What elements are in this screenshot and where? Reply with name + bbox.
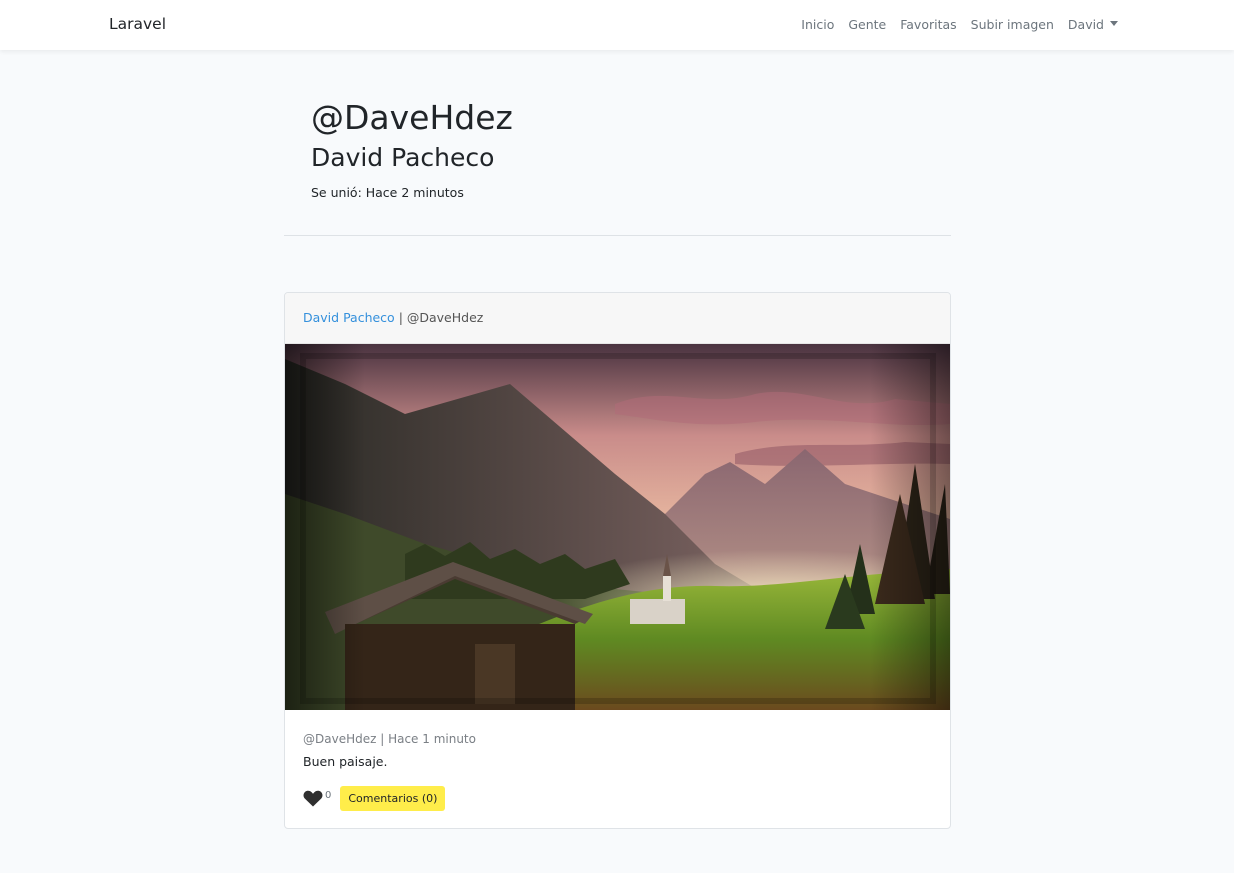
caret-down-icon [1110,21,1118,26]
brand-logo[interactable]: Laravel [109,15,166,33]
section-divider [284,235,951,236]
user-menu-dropdown[interactable]: David [1068,17,1118,32]
post-card-header: David Pacheco | @DaveHdez [285,293,950,344]
nav-link-subir-imagen[interactable]: Subir imagen [971,17,1054,32]
like-count: 0 [325,790,332,801]
post-actions: 0 Comentarios (0) [303,786,932,811]
post-description: Buen paisaje. [303,754,388,769]
profile-joined-date: Se unió: Hace 2 minutos [311,185,464,200]
heart-icon [303,790,323,807]
nav-links: Inicio Gente Favoritas Subir imagen Davi… [787,17,1118,32]
nav-link-gente[interactable]: Gente [848,17,886,32]
nav-link-inicio[interactable]: Inicio [801,17,834,32]
comments-button[interactable]: Comentarios (0) [340,786,446,811]
top-navbar: Laravel Inicio Gente Favoritas Subir ima… [0,0,1234,50]
post-image[interactable] [285,344,950,710]
post-meta: @DaveHdez | Hace 1 minuto [303,732,476,746]
post-author-nick: | @DaveHdez [394,310,484,325]
post-author-link[interactable]: David Pacheco [303,310,395,325]
profile-full-name: David Pacheco [311,143,495,172]
profile-nick: @DaveHdez [311,98,513,137]
profile-header: @DaveHdez David Pacheco Se unió: Hace 2 … [311,96,513,200]
like-button[interactable]: 0 [303,790,331,807]
user-menu-label: David [1067,17,1104,32]
image-post-card: David Pacheco | @DaveHdez @DaveHdez | Ha… [284,292,951,829]
post-card-body: @DaveHdez | Hace 1 minuto Buen paisaje. … [285,732,950,811]
nav-link-favoritas[interactable]: Favoritas [900,17,956,32]
